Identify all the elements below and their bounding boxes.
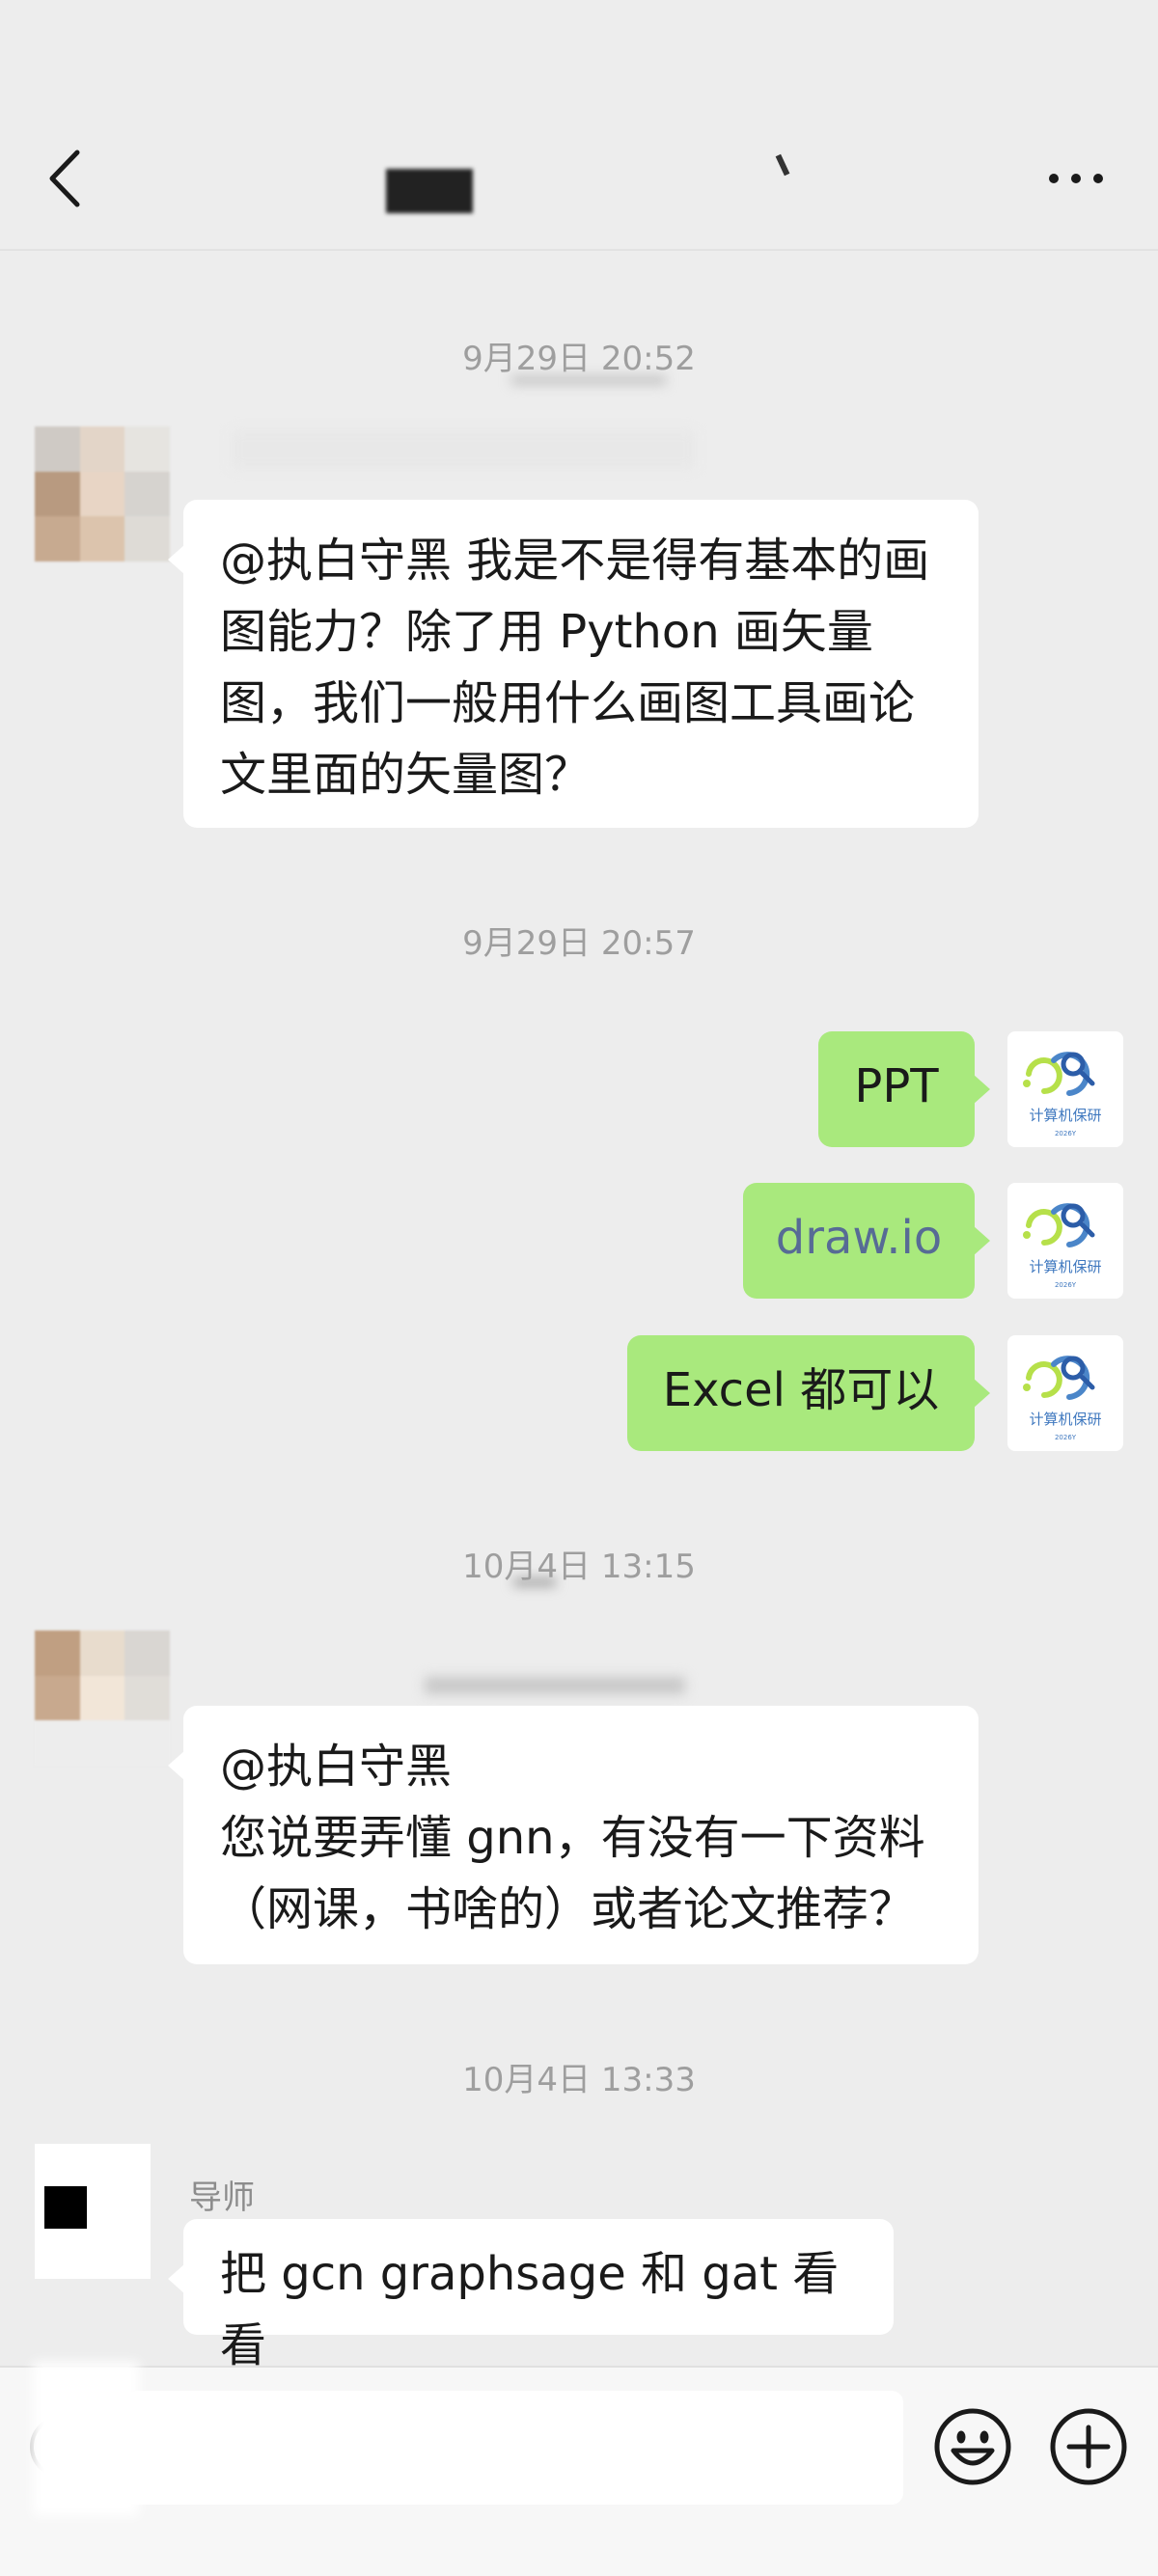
my-avatar[interactable]: 计算机保研 2026Y	[1007, 1335, 1123, 1451]
message-input[interactable]	[125, 2391, 903, 2505]
more-horizontal-icon	[1049, 174, 1103, 183]
message-link-text[interactable]: draw.io	[776, 1211, 942, 1265]
chevron-left-icon	[49, 150, 80, 207]
message-text-line: 您说要弄懂 gnn，有没有一下资料（网课，书啥的）或者论文推荐？	[220, 1811, 925, 1936]
logo-text: 计算机保研	[1029, 1411, 1101, 1428]
my-avatar[interactable]: 计算机保研 2026Y	[1007, 1031, 1123, 1147]
plus-circle-icon	[1050, 2408, 1127, 2485]
blur-mark	[513, 1578, 556, 1586]
plus-button[interactable]	[1048, 2406, 1129, 2487]
message-bubble-advisor[interactable]: 把 gcn graphsage 和 gat 看看	[168, 2219, 894, 2372]
chat-title-redacted	[386, 169, 473, 213]
sender-name-redacted	[232, 430, 695, 469]
logo-subtext: 2026Y	[1055, 1281, 1077, 1289]
timestamp: 9月29日 20:52	[462, 340, 696, 378]
message-bubble-me-2[interactable]: draw.io	[743, 1183, 990, 1299]
message-text: Excel 都可以	[662, 1363, 940, 1417]
message-text: PPT	[854, 1059, 939, 1113]
avatar-student-1[interactable]	[35, 426, 170, 562]
back-button[interactable]	[39, 145, 96, 212]
blur-mark	[511, 376, 666, 384]
chat-header	[0, 0, 1158, 251]
emoji-button[interactable]	[932, 2406, 1013, 2487]
logo-subtext: 2026Y	[1055, 1130, 1077, 1137]
message-text: @执白守黑 我是不是得有基本的画图能力？除了用 Python 画矢量图，我们一般…	[220, 534, 930, 802]
chat-screen: 9月29日 20:52 @执白守黑 我是不是得有基本的画图能力？除了用 Pyth…	[0, 0, 1158, 2576]
message-bubble-student-1[interactable]: @执白守黑 我是不是得有基本的画图能力？除了用 Python 画矢量图，我们一般…	[168, 500, 979, 828]
timestamp: 10月4日 13:33	[462, 2061, 696, 2099]
smiley-icon	[934, 2408, 1011, 2485]
message-bubble-me-3[interactable]: Excel 都可以	[627, 1335, 990, 1451]
message-text-line: @执白守黑	[220, 1740, 453, 1794]
logo-text: 计算机保研	[1029, 1107, 1101, 1124]
sender-name-redacted	[425, 1677, 685, 1694]
timestamp: 10月4日 13:15	[462, 1548, 696, 1586]
timestamp: 9月29日 20:57	[462, 924, 696, 963]
logo-text: 计算机保研	[1029, 1258, 1101, 1275]
message-bubble-student-2[interactable]: @执白守黑 您说要弄懂 gnn，有没有一下资料（网课，书啥的）或者论文推荐？	[168, 1706, 979, 1964]
blur-mark	[33, 2362, 139, 2516]
chat-title-mark	[775, 153, 790, 177]
my-avatar[interactable]: 计算机保研 2026Y	[1007, 1183, 1123, 1299]
logo-icon: 计算机保研 2026Y	[1023, 1203, 1102, 1289]
message-bubble-me-1[interactable]: PPT	[818, 1031, 990, 1147]
avatar-student-2[interactable]	[35, 1631, 170, 1766]
logo-icon: 计算机保研 2026Y	[1023, 1052, 1102, 1137]
more-button[interactable]	[1042, 159, 1110, 198]
logo-icon: 计算机保研 2026Y	[1023, 1356, 1102, 1441]
message-text: 把 gcn graphsage 和 gat 看看	[220, 2247, 840, 2372]
avatar-advisor[interactable]	[35, 2144, 151, 2279]
sender-name: 导师	[189, 2179, 255, 2217]
logo-subtext: 2026Y	[1055, 1434, 1077, 1441]
